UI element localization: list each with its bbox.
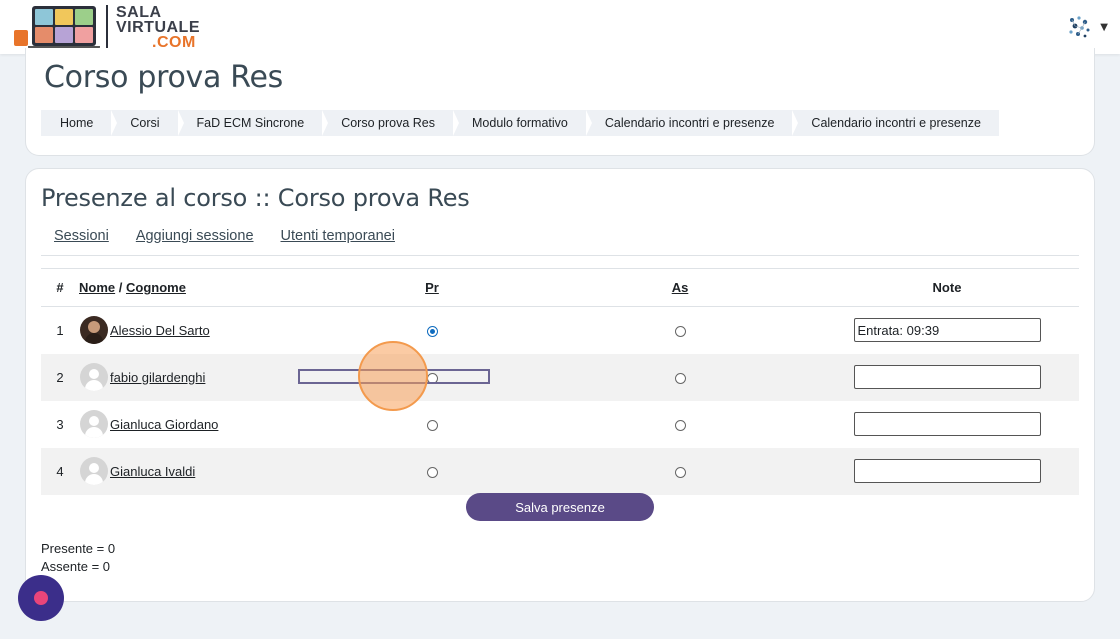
section-title: Presenze al corso :: Corso prova Res <box>41 184 470 212</box>
table-row: 4 Gianluca Ivaldi <box>41 447 1079 495</box>
col-header-name: Nome / Cognome <box>79 268 319 307</box>
present-radio[interactable] <box>426 419 438 431</box>
col-header-note: Note <box>815 268 1079 307</box>
col-header-num: # <box>41 268 79 307</box>
page-title: Corso prova Res <box>44 60 283 95</box>
breadcrumb-item-activity[interactable]: Calendario incontri e presenze <box>586 110 798 136</box>
avatar[interactable] <box>80 316 108 345</box>
breadcrumb-item-section[interactable]: Modulo formativo <box>453 110 592 136</box>
note-input[interactable] <box>853 365 1041 389</box>
breadcrumb-item-category[interactable]: FaD ECM Sincrone <box>178 110 328 136</box>
select-all-absent-link[interactable]: As <box>672 280 689 295</box>
breadcrumb-item-current: Calendario incontri e presenze <box>811 116 981 130</box>
present-radio[interactable] <box>426 325 438 337</box>
logo-divider <box>106 5 108 49</box>
logo-text: SALA VIRTUALE .COM <box>116 3 200 51</box>
user-name-link[interactable]: Gianluca Giordano <box>110 417 218 432</box>
avatar[interactable] <box>80 457 108 485</box>
logo-image <box>14 4 100 50</box>
user-name-link[interactable]: Alessio Del Sarto <box>110 323 210 338</box>
absent-radio[interactable] <box>674 372 686 384</box>
absent-radio[interactable] <box>674 419 686 431</box>
record-icon <box>34 591 48 605</box>
note-input[interactable] <box>853 318 1041 343</box>
table-row: 2 fabio gilardenghi <box>41 353 1079 401</box>
summary-present: Presente = 0 <box>41 541 116 556</box>
tab-aggiungi-sessione[interactable]: Aggiungi sessione <box>136 228 254 255</box>
table-header-row: # Nome / Cognome Pr As Note <box>41 268 1079 307</box>
note-input[interactable] <box>853 412 1041 436</box>
avatar[interactable] <box>80 410 108 438</box>
col-header-as: As <box>545 268 815 307</box>
attendance-summary: Presente = 0 Assente = 0 <box>41 540 115 576</box>
table-row: 3 Gianluca Giordano <box>41 400 1079 448</box>
attendance-tabs: Sessioni Aggiungi sessione Utenti tempor… <box>41 228 1079 256</box>
sort-nome-link[interactable]: Nome <box>79 280 115 295</box>
breadcrumb-item-course[interactable]: Corso prova Res <box>322 110 459 136</box>
caret-down-icon: ▼ <box>1100 21 1108 33</box>
tab-sessioni[interactable]: Sessioni <box>54 228 109 255</box>
name-separator: / <box>118 280 123 295</box>
sort-cognome-link[interactable]: Cognome <box>126 280 186 295</box>
user-name-link[interactable]: Gianluca Ivaldi <box>110 464 195 479</box>
tab-utenti-temporanei[interactable]: Utenti temporanei <box>281 228 395 255</box>
row-number: 3 <box>41 400 79 448</box>
save-attendance-button[interactable]: Salva presenze <box>466 493 654 521</box>
table-row: 1 Alessio Del Sarto <box>41 306 1079 354</box>
attendance-table: # Nome / Cognome Pr As Note 1 Alessio De… <box>41 268 1079 495</box>
top-navbar: SALA VIRTUALE .COM ▼ <box>0 0 1120 54</box>
user-menu-toggle[interactable]: ▼ <box>1066 14 1108 40</box>
breadcrumb-item-home[interactable]: Home <box>41 110 118 136</box>
breadcrumb: Home Corsi FaD ECM Sincrone Corso prova … <box>41 110 999 136</box>
summary-absent: Assente = 0 <box>41 559 111 574</box>
present-radio[interactable] <box>426 466 438 478</box>
network-avatar-icon <box>1069 16 1090 38</box>
row-number: 2 <box>41 353 79 401</box>
absent-radio[interactable] <box>674 325 686 337</box>
select-all-present-link[interactable]: Pr <box>425 280 439 295</box>
site-logo[interactable]: SALA VIRTUALE .COM <box>14 4 200 50</box>
absent-radio[interactable] <box>674 466 686 478</box>
avatar[interactable] <box>80 363 108 391</box>
row-number: 4 <box>41 447 79 495</box>
note-input[interactable] <box>853 459 1041 483</box>
breadcrumb-item-corsi[interactable]: Corsi <box>111 110 184 136</box>
record-button[interactable] <box>18 575 64 621</box>
user-name-link[interactable]: fabio gilardenghi <box>110 370 205 385</box>
col-header-pr: Pr <box>319 268 545 307</box>
row-number: 1 <box>41 306 79 354</box>
click-indicator <box>358 341 428 411</box>
